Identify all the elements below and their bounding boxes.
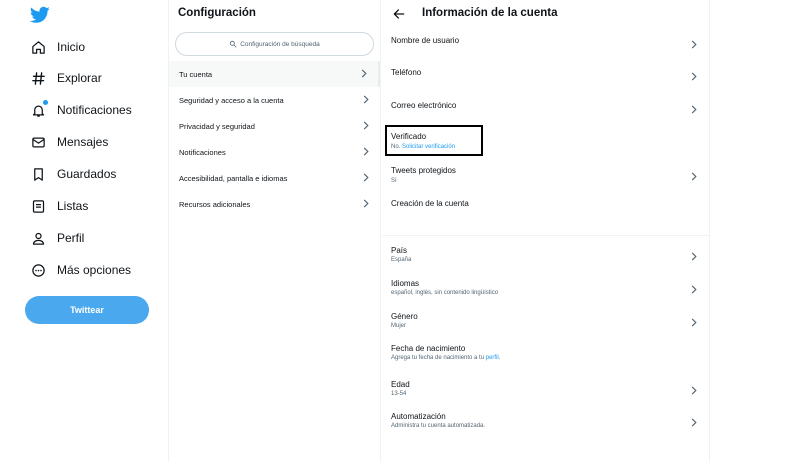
section-divider [382,235,710,236]
chevron-right-icon [691,252,697,261]
row-title: Nombre de usuario [391,36,460,45]
envelope-icon [30,134,46,150]
hashtag-icon [30,70,46,86]
row-title: Correo electrónico [391,101,457,110]
nav-item-guardados[interactable]: Guardados [30,162,116,186]
chevron-right-icon [363,173,369,182]
row-country[interactable]: País España [382,242,710,272]
account-info-column: Información de la cuenta Nombre de usuar… [382,0,710,462]
nav-item-perfil[interactable]: Perfil [30,226,84,250]
settings-item-label: Accesibilidad, pantalla e idiomas [179,173,288,183]
nav-item-notificaciones[interactable]: Notificaciones [30,98,132,122]
row-phone[interactable]: Teléfono [382,62,710,92]
back-arrow-icon[interactable] [392,7,406,21]
nav-label: Más opciones [57,263,132,277]
row-title: Tweets protegidos [391,166,456,175]
left-nav: Inicio Explorar Notificaciones Mensajes … [0,0,168,462]
row-title: Edad [391,380,410,389]
row-account-creation: Creación de la cuenta [382,195,710,221]
row-subtitle: España [391,257,412,263]
person-icon [30,230,46,246]
settings-item-accesibilidad[interactable]: Accesibilidad, pantalla e idiomas [169,165,380,191]
list-icon [30,198,46,214]
settings-item-label: Notificaciones [179,147,226,157]
nav-label: Listas [57,199,89,213]
nav-label: Mensajes [57,135,109,149]
nav-label: Perfil [57,231,85,245]
row-title: Género [391,312,418,321]
twitter-logo-icon[interactable] [30,6,50,24]
row-languages[interactable]: Idiomas español, inglés, sin contenido l… [382,275,710,305]
settings-item-label: Seguridad y acceso a la cuenta [179,95,284,105]
nav-item-inicio[interactable]: Inicio [30,35,85,59]
row-subtitle: Agrega tu fecha de nacimiento a tu perfi… [391,355,501,361]
row-username[interactable]: Nombre de usuario [382,30,710,60]
settings-item-notificaciones[interactable]: Notificaciones [169,139,380,165]
search-placeholder: Configuración de búsqueda [240,40,320,48]
chevron-right-icon [691,285,697,294]
row-subtitle: Sí [391,178,397,184]
row-subtitle: Mujer [391,323,407,329]
nav-label: Explorar [57,71,102,85]
chevron-right-icon [691,386,697,395]
chevron-right-icon [691,40,697,49]
bell-icon [30,99,49,118]
nav-item-mas-opciones[interactable]: Más opciones [30,258,131,282]
settings-item-label: Tu cuenta [179,69,213,79]
row-subtitle: Administra tu cuenta automatizada. [391,423,486,429]
row-subtitle: 13-54 [391,391,407,397]
settings-column: Configuración Configuración de búsqueda … [168,0,381,462]
row-title: Idiomas [391,279,420,288]
row-email[interactable]: Correo electrónico [382,95,710,125]
row-title: País [391,246,408,255]
nav-label: Inicio [57,40,86,54]
settings-item-label: Privacidad y seguridad [179,121,255,131]
home-icon [30,39,46,55]
row-title: Fecha de nacimiento [391,344,466,353]
chevron-right-icon [691,172,697,181]
chevron-right-icon [363,147,369,156]
search-icon [230,40,237,48]
row-title: Creación de la cuenta [391,199,469,208]
nav-label: Guardados [57,167,117,181]
row-automation[interactable]: Automatización Administra tu cuenta auto… [382,408,710,438]
settings-item-privacidad[interactable]: Privacidad y seguridad [169,113,380,139]
row-title: Teléfono [391,68,422,77]
settings-item-seguridad[interactable]: Seguridad y acceso a la cuenta [169,87,380,113]
settings-item-tu-cuenta[interactable]: Tu cuenta [169,61,380,87]
tweet-button[interactable]: Twittear [25,296,149,324]
row-title: Automatización [391,412,446,421]
account-info-title: Información de la cuenta [422,7,558,19]
row-subtitle: español, inglés, sin contenido lingüísti… [391,290,499,296]
row-protected-tweets[interactable]: Tweets protegidos Sí [382,162,710,190]
chevron-right-icon [361,69,367,78]
verified-highlight-box [385,125,483,156]
chevron-right-icon [691,418,697,427]
profile-link[interactable]: perfil [486,355,499,361]
nav-item-mensajes[interactable]: Mensajes [30,130,108,154]
nav-item-explorar[interactable]: Explorar [30,66,102,90]
chevron-right-icon [363,199,369,208]
settings-item-recursos[interactable]: Recursos adicionales [169,191,380,217]
settings-item-label: Recursos adicionales [179,199,251,209]
settings-title: Configuración [178,7,256,19]
chevron-right-icon [691,72,697,81]
chevron-right-icon [691,318,697,327]
chevron-right-icon [691,105,697,114]
row-gender[interactable]: Género Mujer [382,308,710,338]
notification-badge [42,99,49,106]
bookmark-icon [30,166,46,182]
row-birth-date: Fecha de nacimiento Agrega tu fecha de n… [382,340,710,370]
chevron-right-icon [363,95,369,104]
nav-item-listas[interactable]: Listas [30,194,88,218]
settings-search-input[interactable]: Configuración de búsqueda [175,32,374,56]
row-age[interactable]: Edad 13-54 [382,376,710,406]
more-circle-icon [30,262,46,278]
birth-date-text: Agrega tu fecha de nacimiento a tu [391,355,485,361]
chevron-right-icon [363,121,369,130]
nav-label: Notificaciones [57,103,132,117]
